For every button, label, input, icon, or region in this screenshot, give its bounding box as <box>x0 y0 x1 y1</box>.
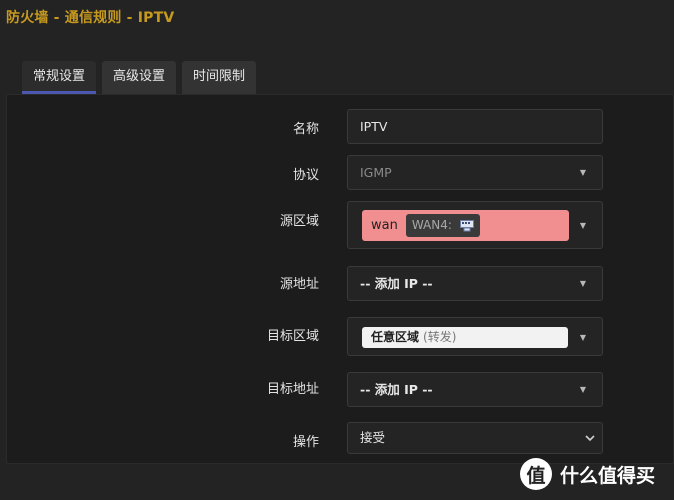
src-zone-select[interactable]: wan WAN4: ▼ <box>347 201 603 249</box>
src-addr-label: 源地址 <box>279 277 319 292</box>
dest-addr-select[interactable]: -- 添加 IP -- ▼ <box>347 372 603 407</box>
action-value: 接受 <box>360 430 386 445</box>
action-label: 操作 <box>292 435 319 450</box>
dest-zone-pill: 任意区域 (转发) <box>362 327 568 348</box>
chevron-down-icon: ▼ <box>579 333 586 342</box>
page-title: 防火墙 - 通信规则 - IPTV <box>6 10 175 26</box>
chevron-down-icon <box>585 435 595 442</box>
src-zone-pill: wan WAN4: <box>362 210 569 241</box>
form-panel: 名称 IPTV 协议 IGMP ▼ 源区域 wan WAN4: ▼ 源地址 --… <box>6 94 674 464</box>
name-input[interactable]: IPTV <box>347 109 603 144</box>
chevron-down-icon: ▼ <box>579 385 586 394</box>
src-zone-label: 源区域 <box>279 214 319 229</box>
tab-general[interactable]: 常规设置 <box>22 61 97 94</box>
dest-addr-label: 目标地址 <box>266 382 319 397</box>
dest-zone-note: (转发) <box>423 330 457 344</box>
watermark: 值 什么值得买 <box>520 458 655 490</box>
src-addr-select[interactable]: -- 添加 IP -- ▼ <box>347 266 603 301</box>
chevron-down-icon: ▼ <box>579 168 586 177</box>
ethernet-port-icon <box>459 219 474 231</box>
src-zone-badge: WAN4: <box>405 214 480 237</box>
dest-addr-value: -- 添加 IP -- <box>360 382 433 397</box>
protocol-value: IGMP <box>360 165 392 180</box>
src-zone-badge-label: WAN4: <box>411 218 452 232</box>
src-zone-name: wan <box>371 218 398 233</box>
watermark-text: 什么值得买 <box>560 464 656 487</box>
action-select[interactable]: 接受 <box>347 422 603 454</box>
tab-advanced[interactable]: 高级设置 <box>102 61 177 94</box>
tab-time-restriction[interactable]: 时间限制 <box>182 61 257 94</box>
chevron-down-icon: ▼ <box>579 279 586 288</box>
watermark-logo: 值 <box>520 458 552 490</box>
dest-zone-value: 任意区域 <box>371 330 420 344</box>
protocol-select[interactable]: IGMP ▼ <box>347 155 603 190</box>
dest-zone-label: 目标区域 <box>266 329 319 344</box>
src-addr-value: -- 添加 IP -- <box>360 276 433 291</box>
protocol-label: 协议 <box>292 168 319 183</box>
tab-bar: 常规设置 高级设置 时间限制 <box>22 61 257 94</box>
name-label: 名称 <box>292 122 319 137</box>
dest-zone-select[interactable]: 任意区域 (转发) ▼ <box>347 317 603 356</box>
chevron-down-icon: ▼ <box>579 221 586 230</box>
